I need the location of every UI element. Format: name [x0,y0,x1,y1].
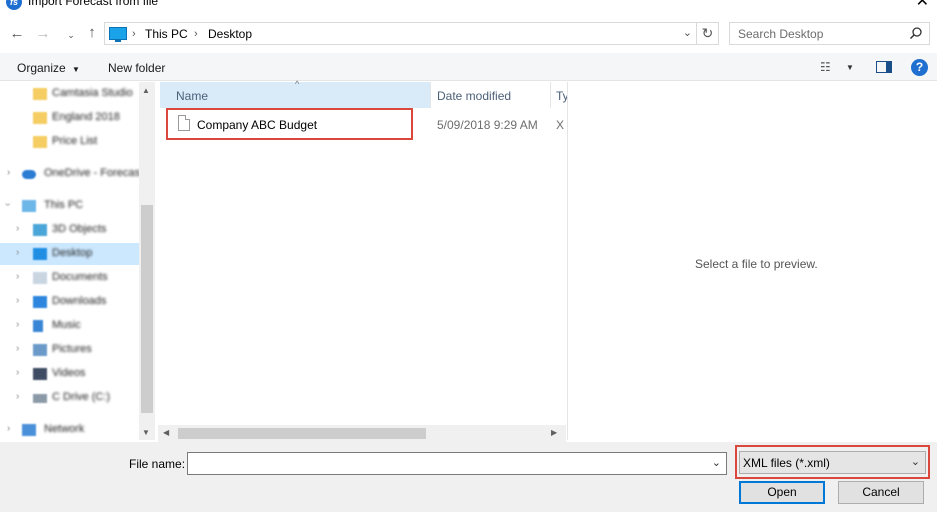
expand-chevron-icon[interactable]: › [16,295,19,306]
nav-item-documents[interactable]: › Documents [0,267,139,289]
nav-item-network[interactable]: › Network [0,419,139,440]
file-name[interactable]: Company ABC Budget [197,118,317,132]
close-icon[interactable]: ✕ [916,0,929,10]
file-type-chevron-icon: ⌄ [910,456,920,468]
pictures-icon [33,344,47,356]
open-button[interactable]: Open [739,481,825,504]
recent-locations-chevron-icon[interactable]: ⌄ [62,27,80,43]
desktop-icon [33,248,47,260]
forward-arrow-icon[interactable]: → [34,26,52,42]
file-type-select[interactable]: XML files (*.xml) ⌄ [739,451,926,474]
nav-item-pictures[interactable]: › Pictures [0,339,139,361]
nav-item-downloads[interactable]: › Downloads [0,291,139,313]
breadcrumb-this-pc[interactable]: This PC [145,27,188,41]
expand-chevron-icon[interactable]: › [16,271,19,282]
sort-ascending-icon: ^ [295,79,300,89]
folder-icon [33,136,47,148]
expand-chevron-icon[interactable]: › [16,343,19,354]
view-options-icon[interactable]: ☷ [820,60,831,74]
nav-item-videos[interactable]: › Videos [0,363,139,385]
expand-chevron-icon[interactable]: › [16,319,19,330]
organize-label: Organize [17,61,66,75]
file-name-dropdown-chevron-icon[interactable]: ⌄ [712,456,721,469]
new-folder-button[interactable]: New folder [108,61,165,75]
nav-item-england-2018[interactable]: England 2018 [0,107,139,129]
cube-icon [33,224,47,236]
scroll-down-arrow-icon[interactable]: ▼ [142,428,150,437]
nav-item-c-drive[interactable]: › C Drive (C:) [0,387,139,409]
search-icon [909,27,922,40]
column-divider[interactable] [550,82,551,108]
cancel-button[interactable]: Cancel [838,481,924,504]
nav-item-price-list[interactable]: Price List [0,131,139,153]
file-type-value: XML files (*.xml) [743,456,830,470]
up-arrow-icon[interactable]: ↑ [83,25,101,41]
collapse-chevron-icon[interactable]: › [2,203,13,206]
column-divider[interactable] [430,82,431,108]
file-type: X [556,118,565,132]
breadcrumb-separator-icon: › [132,28,136,40]
back-arrow-icon[interactable]: ← [8,26,26,42]
download-icon [33,296,47,308]
expand-chevron-icon[interactable]: › [16,223,19,234]
cloud-icon [22,170,36,179]
nav-item-music[interactable]: › Music [0,315,139,337]
drive-icon [33,394,47,403]
view-dropdown-icon[interactable]: ▼ [846,63,854,72]
search-placeholder: Search Desktop [738,27,824,41]
documents-icon [33,272,47,284]
preview-pane-toggle-icon[interactable] [876,61,892,73]
file-name-label: File name: [129,457,186,471]
nav-item-desktop[interactable]: › Desktop [0,243,139,265]
address-bar[interactable]: › This PC › Desktop ⌄ [104,22,697,45]
network-icon [22,424,36,436]
expand-chevron-icon[interactable]: › [7,423,10,434]
nav-item-this-pc[interactable]: › This PC [0,195,139,217]
file-name-input[interactable]: ⌄ [187,452,727,475]
pc-icon [22,200,36,212]
help-icon[interactable]: ? [911,59,928,76]
file-date-modified: 5/09/2018 9:29 AM [437,118,538,132]
window-title: Import Forecast from file [28,0,159,8]
address-dropdown-chevron-icon[interactable]: ⌄ [683,26,692,39]
videos-icon [33,368,47,380]
expand-chevron-icon[interactable]: › [7,167,10,178]
column-header-date-modified[interactable]: Date modified [437,89,511,103]
nav-pane-scroll-thumb[interactable] [141,205,153,413]
folder-icon [33,88,47,100]
organize-button[interactable]: Organize ▼ [17,61,80,75]
search-input[interactable]: Search Desktop [729,22,930,45]
document-icon [178,115,190,131]
breadcrumb-separator-icon: › [194,28,198,40]
nav-item-onedrive[interactable]: › OneDrive - Forecast [0,163,139,185]
expand-chevron-icon[interactable]: › [16,247,19,258]
folder-icon [33,112,47,124]
refresh-icon[interactable]: ↻ [697,22,719,45]
breadcrumb-desktop[interactable]: Desktop [208,27,252,41]
music-icon [33,320,43,332]
scroll-left-arrow-icon[interactable]: ◀ [163,428,169,437]
expand-chevron-icon[interactable]: › [16,391,19,402]
horizontal-scroll-thumb[interactable] [178,428,426,439]
organize-dropdown-icon: ▼ [72,65,80,74]
nav-item-camtasia-studio[interactable]: Camtasia Studio [0,83,139,105]
scroll-up-arrow-icon[interactable]: ▲ [142,86,150,95]
navigation-pane: Camtasia Studio England 2018 Price List … [0,82,139,440]
column-header-name[interactable]: Name [176,89,208,103]
nav-item-3d-objects[interactable]: › 3D Objects [0,219,139,241]
this-pc-icon [109,27,127,42]
expand-chevron-icon[interactable]: › [16,367,19,378]
preview-message: Select a file to preview. [695,257,818,271]
scroll-right-arrow-icon[interactable]: ▶ [551,428,557,437]
